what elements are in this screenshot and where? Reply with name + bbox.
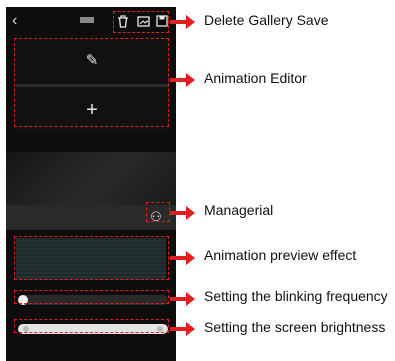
blink-highlight xyxy=(14,290,169,304)
label-preview: Animation preview effect xyxy=(204,247,357,263)
label-editor: Animation Editor xyxy=(204,70,307,86)
label-brightness: Setting the screen brightness xyxy=(204,319,386,335)
label-blink: Setting the blinking frequency xyxy=(204,288,388,304)
back-icon[interactable]: ‹ xyxy=(12,13,17,29)
arrow-brightness xyxy=(170,322,195,336)
editor-highlight xyxy=(14,38,169,127)
background-area xyxy=(6,152,176,207)
toolbar-highlight xyxy=(113,11,169,33)
label-managerial: Managerial xyxy=(204,202,274,218)
managerial-highlight xyxy=(146,202,170,222)
arrow-editor xyxy=(170,73,195,87)
arrow-preview xyxy=(170,251,195,265)
preview-highlight xyxy=(14,236,169,280)
arrow-blink xyxy=(170,292,195,306)
status-indicator xyxy=(80,17,94,23)
brightness-highlight xyxy=(14,319,169,333)
arrow-managerial xyxy=(170,206,195,220)
arrow-toolbar xyxy=(170,15,195,29)
label-toolbar: Delete Gallery Save xyxy=(204,12,329,28)
